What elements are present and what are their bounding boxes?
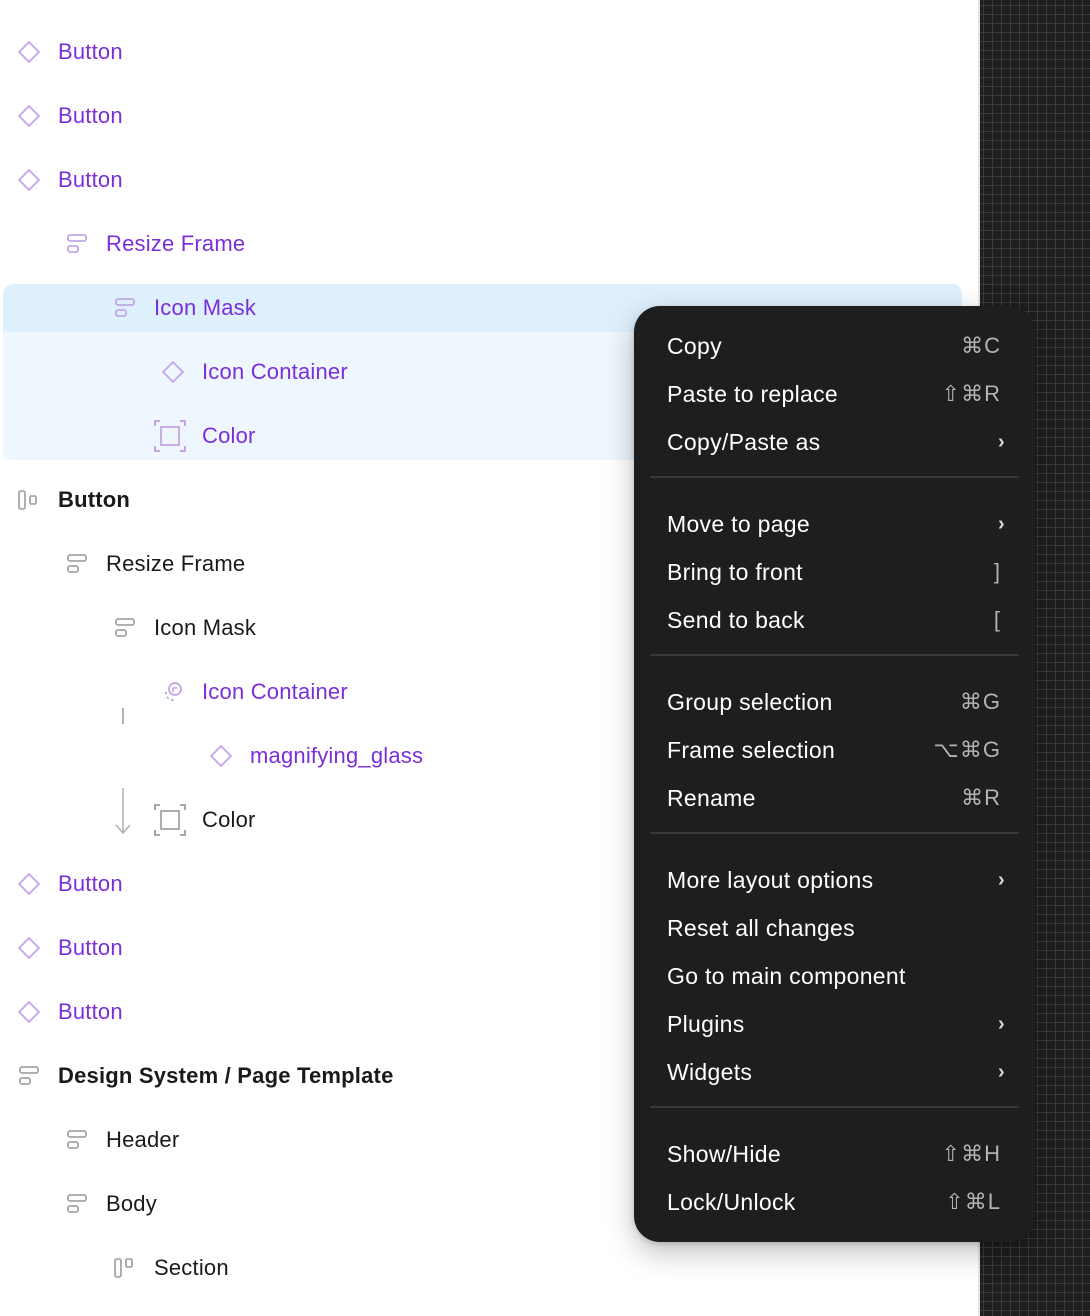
layer-name: Icon Container xyxy=(202,359,348,384)
component-instance-icon xyxy=(204,742,238,770)
keyboard-shortcut: ] xyxy=(993,559,1001,584)
auto-layout-vertical-icon xyxy=(60,1126,94,1154)
layer-row[interactable]: Button xyxy=(0,84,960,148)
auto-layout-vertical-icon xyxy=(60,550,94,578)
keyboard-shortcut: ⌘C xyxy=(961,333,1001,358)
menu-item-label: Go to main component xyxy=(667,962,906,989)
menu-item-label: Copy xyxy=(667,332,722,359)
layer-name: Header xyxy=(106,1127,180,1152)
keyboard-shortcut: ⇧⌘H xyxy=(941,1141,1001,1166)
menu-item-label: Group selection xyxy=(667,688,833,715)
menu-separator xyxy=(650,654,1019,656)
chevron-right-icon: › xyxy=(998,868,1005,891)
auto-layout-vertical-icon xyxy=(60,230,94,258)
menu-item-label: Rename xyxy=(667,784,756,811)
menu-item-group-selection[interactable]: Group selection ⌘G xyxy=(634,678,1035,726)
menu-item-bring-to-front[interactable]: Bring to front] xyxy=(634,548,1035,596)
layer-name: Icon Mask xyxy=(154,295,257,320)
layer-name: Button xyxy=(58,103,123,128)
layer-name: Button xyxy=(58,39,123,64)
menu-item-label: Widgets xyxy=(667,1058,753,1085)
menu-item-plugins[interactable]: Plugins › xyxy=(634,1000,1035,1048)
layer-name: Button xyxy=(58,999,123,1024)
keyboard-shortcut: ⌘R xyxy=(961,785,1001,810)
layer-name: Design System / Page Template xyxy=(58,1063,394,1088)
component-instance-icon xyxy=(12,166,46,194)
menu-separator xyxy=(650,1106,1019,1108)
component-instance-icon xyxy=(156,358,190,386)
menu-item-move-to-page[interactable]: Move to page › xyxy=(634,500,1035,548)
frame-bounds-icon xyxy=(153,804,187,836)
layer-row[interactable]: Button xyxy=(0,148,960,212)
component-instance-icon xyxy=(12,998,46,1026)
menu-item-label: Paste to replace xyxy=(667,380,839,407)
keyboard-shortcut: ⇧⌘L xyxy=(945,1189,1001,1214)
layer-row[interactable]: Button xyxy=(0,20,960,84)
layer-name: magnifying_glass xyxy=(250,743,424,768)
chevron-right-icon: › xyxy=(998,512,1005,535)
menu-item-label: Plugins xyxy=(667,1010,745,1037)
chevron-right-icon: › xyxy=(998,1060,1005,1083)
menu-item-label: Frame selection xyxy=(667,736,836,763)
component-instance-icon xyxy=(12,870,46,898)
menu-item-go-to-main-component[interactable]: Go to main component xyxy=(634,952,1035,1000)
keyboard-shortcut: ⌘G xyxy=(959,689,1001,714)
auto-layout-vertical-icon xyxy=(12,1062,46,1090)
layer-name: Button xyxy=(58,487,131,512)
keyboard-shortcut: [ xyxy=(993,607,1001,632)
menu-item-widgets[interactable]: Widgets › xyxy=(634,1048,1035,1096)
menu-item-copy[interactable]: Copy ⌘C xyxy=(634,322,1035,370)
layer-name: Section xyxy=(154,1255,229,1280)
layer-name: Button xyxy=(58,871,123,896)
component-instance-icon xyxy=(12,38,46,66)
menu-item-lock-unlock[interactable]: Lock/Unlock ⇧⌘L xyxy=(634,1178,1035,1226)
auto-layout-horizontal-icon xyxy=(12,486,46,514)
menu-item-paste-to-replace[interactable]: Paste to replace ⇧⌘R xyxy=(634,370,1035,418)
menu-item-label: Send to back xyxy=(667,606,805,633)
menu-item-label: Show/Hide xyxy=(667,1140,781,1167)
layer-name: Color xyxy=(202,807,256,832)
menu-item-label: Reset all changes xyxy=(667,914,855,941)
layer-name: Icon Mask xyxy=(154,615,257,640)
layer-name: Icon Container xyxy=(202,679,348,704)
layer-row[interactable]: Resize Frame xyxy=(0,212,960,276)
auto-layout-vertical-icon xyxy=(60,1190,94,1218)
menu-item-reset-all-changes[interactable]: Reset all changes xyxy=(634,904,1035,952)
menu-separator xyxy=(650,476,1019,478)
layer-name: Color xyxy=(202,423,256,448)
tree-arrow-down-icon xyxy=(113,786,133,836)
menu-item-label: Lock/Unlock xyxy=(667,1188,796,1215)
chevron-right-icon: › xyxy=(998,1012,1005,1035)
component-instance-icon xyxy=(12,102,46,130)
auto-layout-vertical-icon xyxy=(108,614,142,642)
keyboard-shortcut: ⌥⌘G xyxy=(933,737,1001,762)
layer-name: Resize Frame xyxy=(106,231,246,256)
menu-item-copy-paste-as[interactable]: Copy/Paste as › xyxy=(634,418,1035,466)
menu-item-send-to-back[interactable]: Send to back [ xyxy=(634,596,1035,644)
tree-connector-line xyxy=(122,708,124,724)
menu-item-label: Move to page xyxy=(667,510,810,537)
swap-instance-icon xyxy=(156,678,190,706)
component-instance-icon xyxy=(12,934,46,962)
auto-layout-vertical-icon xyxy=(108,294,142,322)
menu-item-rename[interactable]: Rename ⌘R xyxy=(634,774,1035,822)
menu-item-label: Bring to front xyxy=(667,558,803,585)
menu-item-more-layout-options[interactable]: More layout options › xyxy=(634,856,1035,904)
frame-bounds-icon xyxy=(153,420,187,452)
menu-item-show-hide[interactable]: Show/Hide ⇧⌘H xyxy=(634,1130,1035,1178)
menu-separator xyxy=(650,832,1019,834)
layer-name: Button xyxy=(58,935,123,960)
layer-name: Resize Frame xyxy=(106,551,246,576)
keyboard-shortcut: ⇧⌘R xyxy=(941,381,1001,406)
layer-row[interactable]: Section xyxy=(0,1236,960,1300)
layer-name: Body xyxy=(106,1191,157,1216)
chevron-right-icon: › xyxy=(998,430,1005,453)
context-menu: Copy ⌘C Paste to replace ⇧⌘R Copy/Paste as › M… xyxy=(634,306,1035,1242)
menu-item-label: More layout options xyxy=(667,866,874,893)
auto-layout-horizontal-top-icon xyxy=(108,1254,142,1282)
menu-item-frame-selection[interactable]: Frame selection ⌥⌘G xyxy=(634,726,1035,774)
layer-name: Button xyxy=(58,167,123,192)
menu-item-label: Copy/Paste as xyxy=(667,428,821,455)
